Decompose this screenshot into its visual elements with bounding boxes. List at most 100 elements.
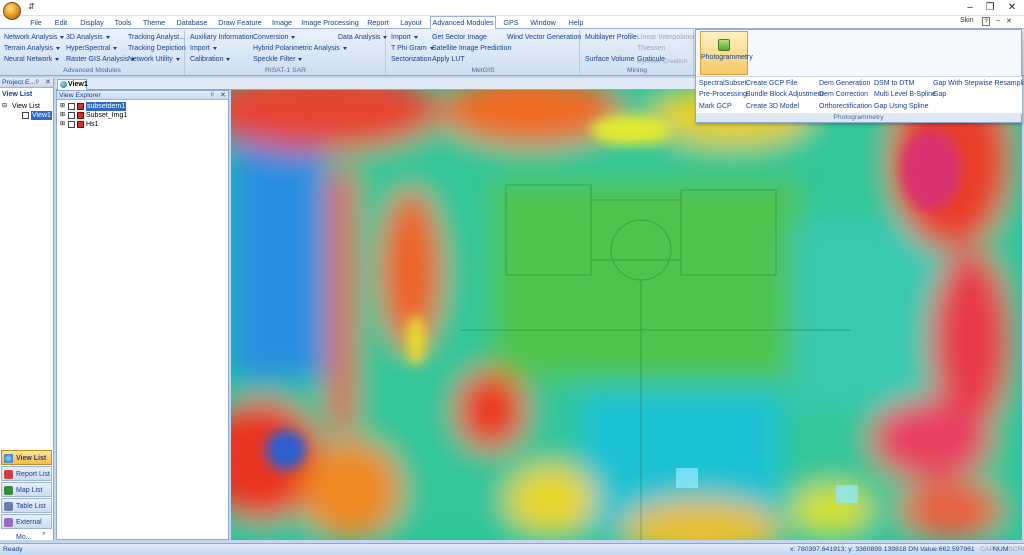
bundle-block-adjustment-item[interactable]: Bundle Block Adjustment bbox=[746, 90, 823, 100]
tab-view1[interactable]: View1 bbox=[57, 79, 88, 90]
help-icon[interactable]: ? bbox=[982, 17, 990, 26]
skin-selector[interactable]: Skin bbox=[960, 17, 974, 24]
nav-expand-icon[interactable]: » bbox=[42, 530, 45, 539]
spectral-subset-item[interactable]: SpectralSubset bbox=[699, 79, 746, 89]
title-bar: ⇵ – ❐ ✕ bbox=[0, 0, 1024, 20]
pin-icon[interactable]: ᵖ bbox=[36, 78, 39, 88]
cylinder-creation-label[interactable]: Cylinder Creation bbox=[637, 56, 687, 67]
collapse-icon[interactable]: ⊟ bbox=[2, 102, 7, 111]
data-analysis-button[interactable]: Data Analysis bbox=[338, 32, 388, 43]
ribbon-minimize-icon[interactable]: – bbox=[996, 17, 1000, 24]
nav-report-list[interactable]: Report List bbox=[1, 466, 52, 481]
wind-vector-generation-button[interactable]: Wind Vector Generation bbox=[507, 32, 581, 43]
layer-subset-img1[interactable]: Subset_Img1 bbox=[86, 111, 127, 120]
network-utility-button[interactable]: Network Utility bbox=[128, 54, 180, 65]
ribbon-close-icon[interactable]: ✕ bbox=[1006, 17, 1012, 25]
quick-access-toolbar[interactable]: ⇵ bbox=[28, 2, 35, 11]
menu-layout[interactable]: Layout bbox=[397, 17, 425, 29]
network-analysis-button[interactable]: Network Analysis bbox=[4, 32, 65, 43]
menu-edit[interactable]: Edit bbox=[50, 17, 72, 29]
layer-subsetdem1[interactable]: subsetdem1 bbox=[86, 102, 127, 111]
group-title: Mining bbox=[626, 67, 648, 74]
get-sector-image-button[interactable]: Get Sector Image bbox=[432, 32, 487, 43]
neural-network-button[interactable]: Neural Network bbox=[4, 54, 60, 65]
menu-help[interactable]: Help bbox=[565, 17, 587, 29]
multi-level-bspline-item[interactable]: Multi Level B-Spline bbox=[874, 90, 936, 100]
conversion-button[interactable]: Conversion bbox=[253, 32, 296, 43]
map-view-canvas[interactable] bbox=[231, 90, 1022, 540]
nav-view-list[interactable]: View List bbox=[1, 450, 52, 465]
gap-stepwise-resampling-item[interactable]: Gap With Stepwise Resampling bbox=[933, 79, 1024, 89]
layer-checkbox[interactable] bbox=[68, 121, 75, 128]
menu-theme[interactable]: Theme bbox=[140, 17, 168, 29]
group-risat: Auxiliary Information Import Calibration… bbox=[186, 30, 388, 75]
panel-close-icon[interactable]: ✕ bbox=[220, 91, 226, 100]
terrain-analysis-button[interactable]: Terrain Analysis bbox=[4, 43, 61, 54]
menu-image[interactable]: Image bbox=[268, 17, 296, 29]
layer-checkbox[interactable] bbox=[68, 103, 75, 110]
thiessen-button[interactable]: Thiessen bbox=[637, 43, 665, 54]
minimize-icon[interactable]: – bbox=[960, 1, 980, 14]
dem-correction-item[interactable]: Dem Correction bbox=[819, 90, 868, 100]
menu-gps[interactable]: GPS bbox=[500, 17, 522, 29]
menu-draw-feature[interactable]: Draw Feature bbox=[216, 17, 264, 29]
apply-lut-button[interactable]: Apply LUT bbox=[432, 54, 465, 65]
menu-image-processing[interactable]: Image Processing bbox=[301, 17, 359, 29]
dsm-to-dtm-item[interactable]: DSM to DTM bbox=[874, 79, 914, 89]
dem-generation-item[interactable]: Dem Generation bbox=[819, 79, 870, 89]
satellite-image-prediction-button[interactable]: Satellite Image Prediction bbox=[432, 43, 511, 54]
dem-raster-image bbox=[231, 90, 1022, 540]
gap-item[interactable]: Gap bbox=[933, 90, 946, 100]
speckle-filter-button[interactable]: Speckle Filter bbox=[253, 54, 303, 65]
gap-using-spline-item[interactable]: Gap Using Spline bbox=[874, 102, 928, 112]
expand-icon[interactable]: ⊞ bbox=[60, 120, 65, 129]
restore-icon[interactable]: ❐ bbox=[980, 1, 1000, 14]
linear-interpolation-button[interactable]: Linear Interpolation bbox=[637, 32, 697, 43]
hybrid-polarimetric-button[interactable]: Hybrid Polarimetric Analysis bbox=[253, 43, 347, 54]
photogrammetry-button[interactable]: Photogrammetry bbox=[700, 31, 753, 75]
view1-checkbox[interactable] bbox=[22, 112, 29, 119]
tree-view-list[interactable]: View List bbox=[12, 102, 40, 111]
t-phi-gram-button[interactable]: T Phi Gram bbox=[391, 43, 434, 54]
globe-icon bbox=[60, 81, 67, 88]
menu-file[interactable]: File bbox=[26, 17, 46, 29]
menu-window[interactable]: Window bbox=[527, 17, 559, 29]
metgis-import-button[interactable]: Import bbox=[391, 32, 418, 43]
import-button[interactable]: Import bbox=[190, 43, 217, 54]
pin-icon[interactable]: ᵖ bbox=[211, 91, 214, 100]
layer-checkbox[interactable] bbox=[68, 112, 75, 119]
nav-external-modules[interactable]: External Mo... bbox=[1, 514, 52, 541]
multilayer-profile-button[interactable]: Multilayer Profile bbox=[585, 32, 637, 43]
surface-volume-button[interactable]: Surface Volume bbox=[585, 54, 634, 65]
close-icon[interactable]: ✕ bbox=[1002, 1, 1022, 14]
sectorization-button[interactable]: Sectorization bbox=[391, 54, 431, 65]
mark-gcp-item[interactable]: Mark GCP bbox=[699, 102, 732, 112]
raster-layer-icon bbox=[77, 121, 84, 128]
expand-icon[interactable]: ⊞ bbox=[60, 111, 65, 120]
menu-report[interactable]: Report bbox=[364, 17, 392, 29]
tree-view1[interactable]: View1 bbox=[31, 111, 52, 120]
raster-gis-analysis-button[interactable]: Raster GIS Analysis bbox=[66, 54, 136, 65]
nav-map-list[interactable]: Map List bbox=[1, 482, 52, 497]
menu-database[interactable]: Database bbox=[172, 17, 212, 29]
pre-processing-item[interactable]: Pre-Processing bbox=[699, 90, 747, 100]
menu-advanced-modules[interactable]: Advanced Modules bbox=[430, 16, 496, 30]
raster-layer-icon bbox=[77, 112, 84, 119]
create-gcp-file-item[interactable]: Create GCP File bbox=[746, 79, 797, 89]
tracking-analyst-button[interactable]: Tracking Analyst... bbox=[128, 32, 185, 43]
panel-close-icon[interactable]: ✕ bbox=[45, 78, 51, 88]
menu-display[interactable]: Display bbox=[77, 17, 107, 29]
expand-icon[interactable]: ⊞ bbox=[60, 102, 65, 111]
report-icon bbox=[4, 470, 13, 479]
3d-analysis-button[interactable]: 3D Analysis bbox=[66, 32, 110, 43]
app-logo-icon[interactable] bbox=[3, 2, 21, 20]
hyperspectral-button[interactable]: HyperSpectral bbox=[66, 43, 118, 54]
menu-tools[interactable]: Tools bbox=[111, 17, 135, 29]
tracking-depiction-button[interactable]: Tracking Depiction bbox=[128, 43, 186, 54]
auxiliary-information-button[interactable]: Auxiliary Information bbox=[190, 32, 253, 43]
create-3d-model-item[interactable]: Create 3D Model bbox=[746, 102, 799, 112]
orthorectification-item[interactable]: Orthorectification bbox=[819, 102, 872, 112]
layer-hs1[interactable]: Hs1 bbox=[86, 120, 98, 129]
calibration-button[interactable]: Calibration bbox=[190, 54, 231, 65]
nav-table-list[interactable]: Table List bbox=[1, 498, 52, 513]
